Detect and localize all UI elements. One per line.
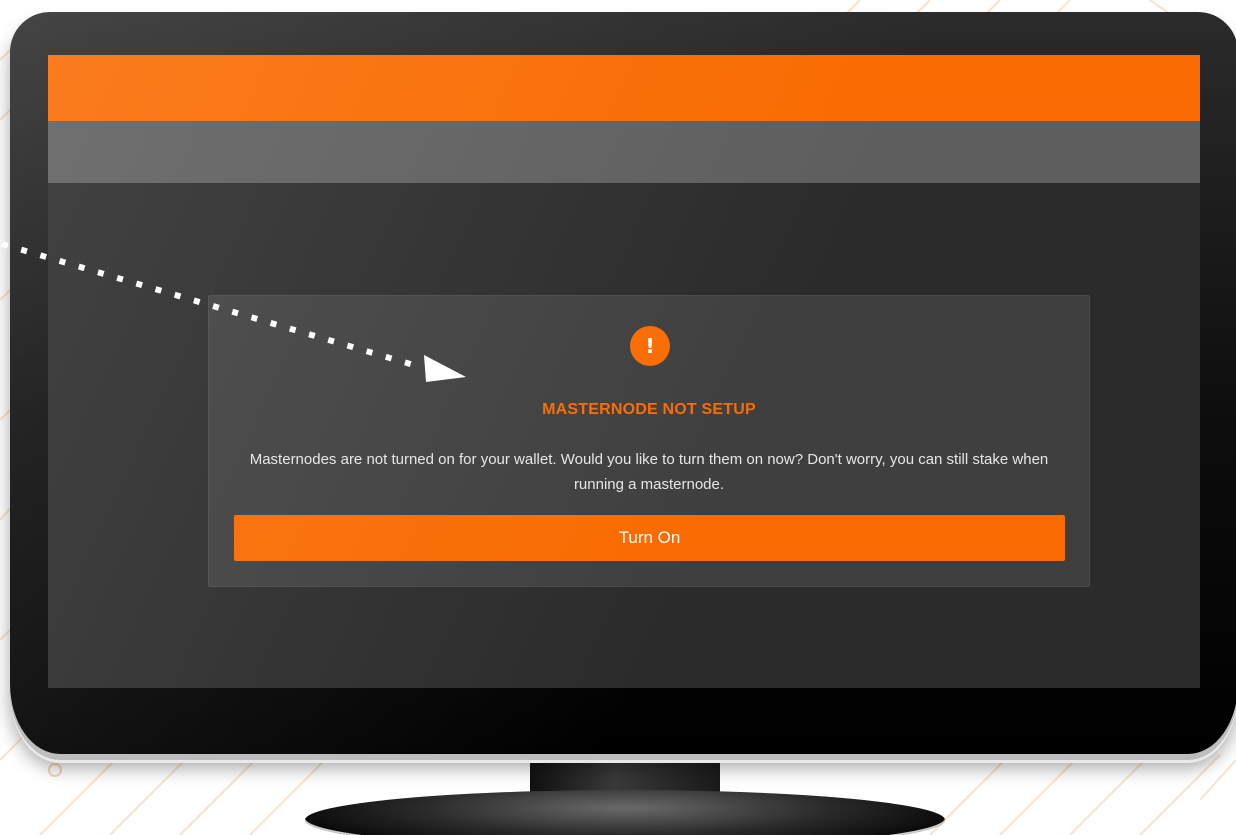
app-screen: ! MASTERNODE NOT SETUP Masternodes are n…: [48, 55, 1200, 688]
app-subheader-bar: [48, 121, 1200, 183]
alert-message: Masternodes are not turned on for your w…: [249, 451, 1049, 493]
app-header-bar: [48, 55, 1200, 121]
stage: ! MASTERNODE NOT SETUP Masternodes are n…: [0, 0, 1236, 835]
screen-bottom-area: [48, 615, 1200, 688]
masternode-alert-card: ! MASTERNODE NOT SETUP Masternodes are n…: [208, 295, 1090, 587]
monitor-bezel: ! MASTERNODE NOT SETUP Masternodes are n…: [10, 12, 1236, 754]
exclamation-icon: !: [630, 326, 670, 366]
turn-on-button[interactable]: Turn On: [234, 515, 1065, 561]
alert-title: MASTERNODE NOT SETUP: [542, 401, 756, 418]
